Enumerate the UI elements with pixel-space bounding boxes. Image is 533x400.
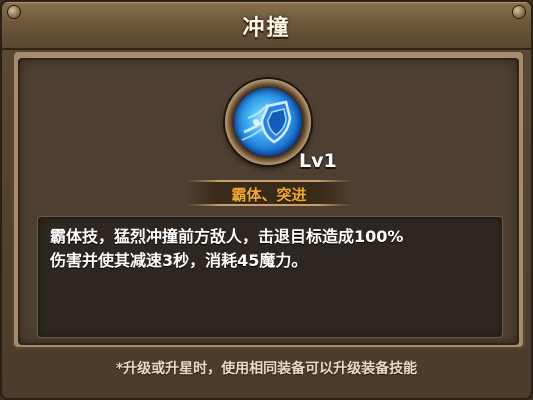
blue-shield-skill-icon [234,88,302,156]
skill-level: Lv1 [299,150,337,172]
skill-description-box: 霸体技，猛烈冲撞前方敌人，击退目标造成100% 伤害并使其减速3秒，消耗45魔力… [37,216,503,338]
popup-title: 冲撞 [242,16,291,41]
description-line-1: 霸体技，猛烈冲撞前方敌人，击退目标造成100% [50,227,404,246]
skill-tags-banner: 霸体、突进 [186,180,352,206]
footer-note: *升级或升星时，使用相同装备可以升级装备技能 [115,361,418,377]
skill-tags: 霸体、突进 [231,186,307,204]
banner-bottom-rule [186,204,352,206]
banner-top-rule [186,180,352,182]
title-bar: 冲撞 [2,2,531,50]
skill-info-popup: 冲撞 Lv1 霸体、突进 霸体技，猛烈冲撞前方敌人，击退目标造成100% 伤害并… [0,0,533,400]
skill-description: 霸体技，猛烈冲撞前方敌人，击退目标造成100% 伤害并使其减速3秒，消耗45魔力… [50,225,492,273]
description-line-2: 伤害并使其减速3秒，消耗45魔力。 [50,251,308,270]
